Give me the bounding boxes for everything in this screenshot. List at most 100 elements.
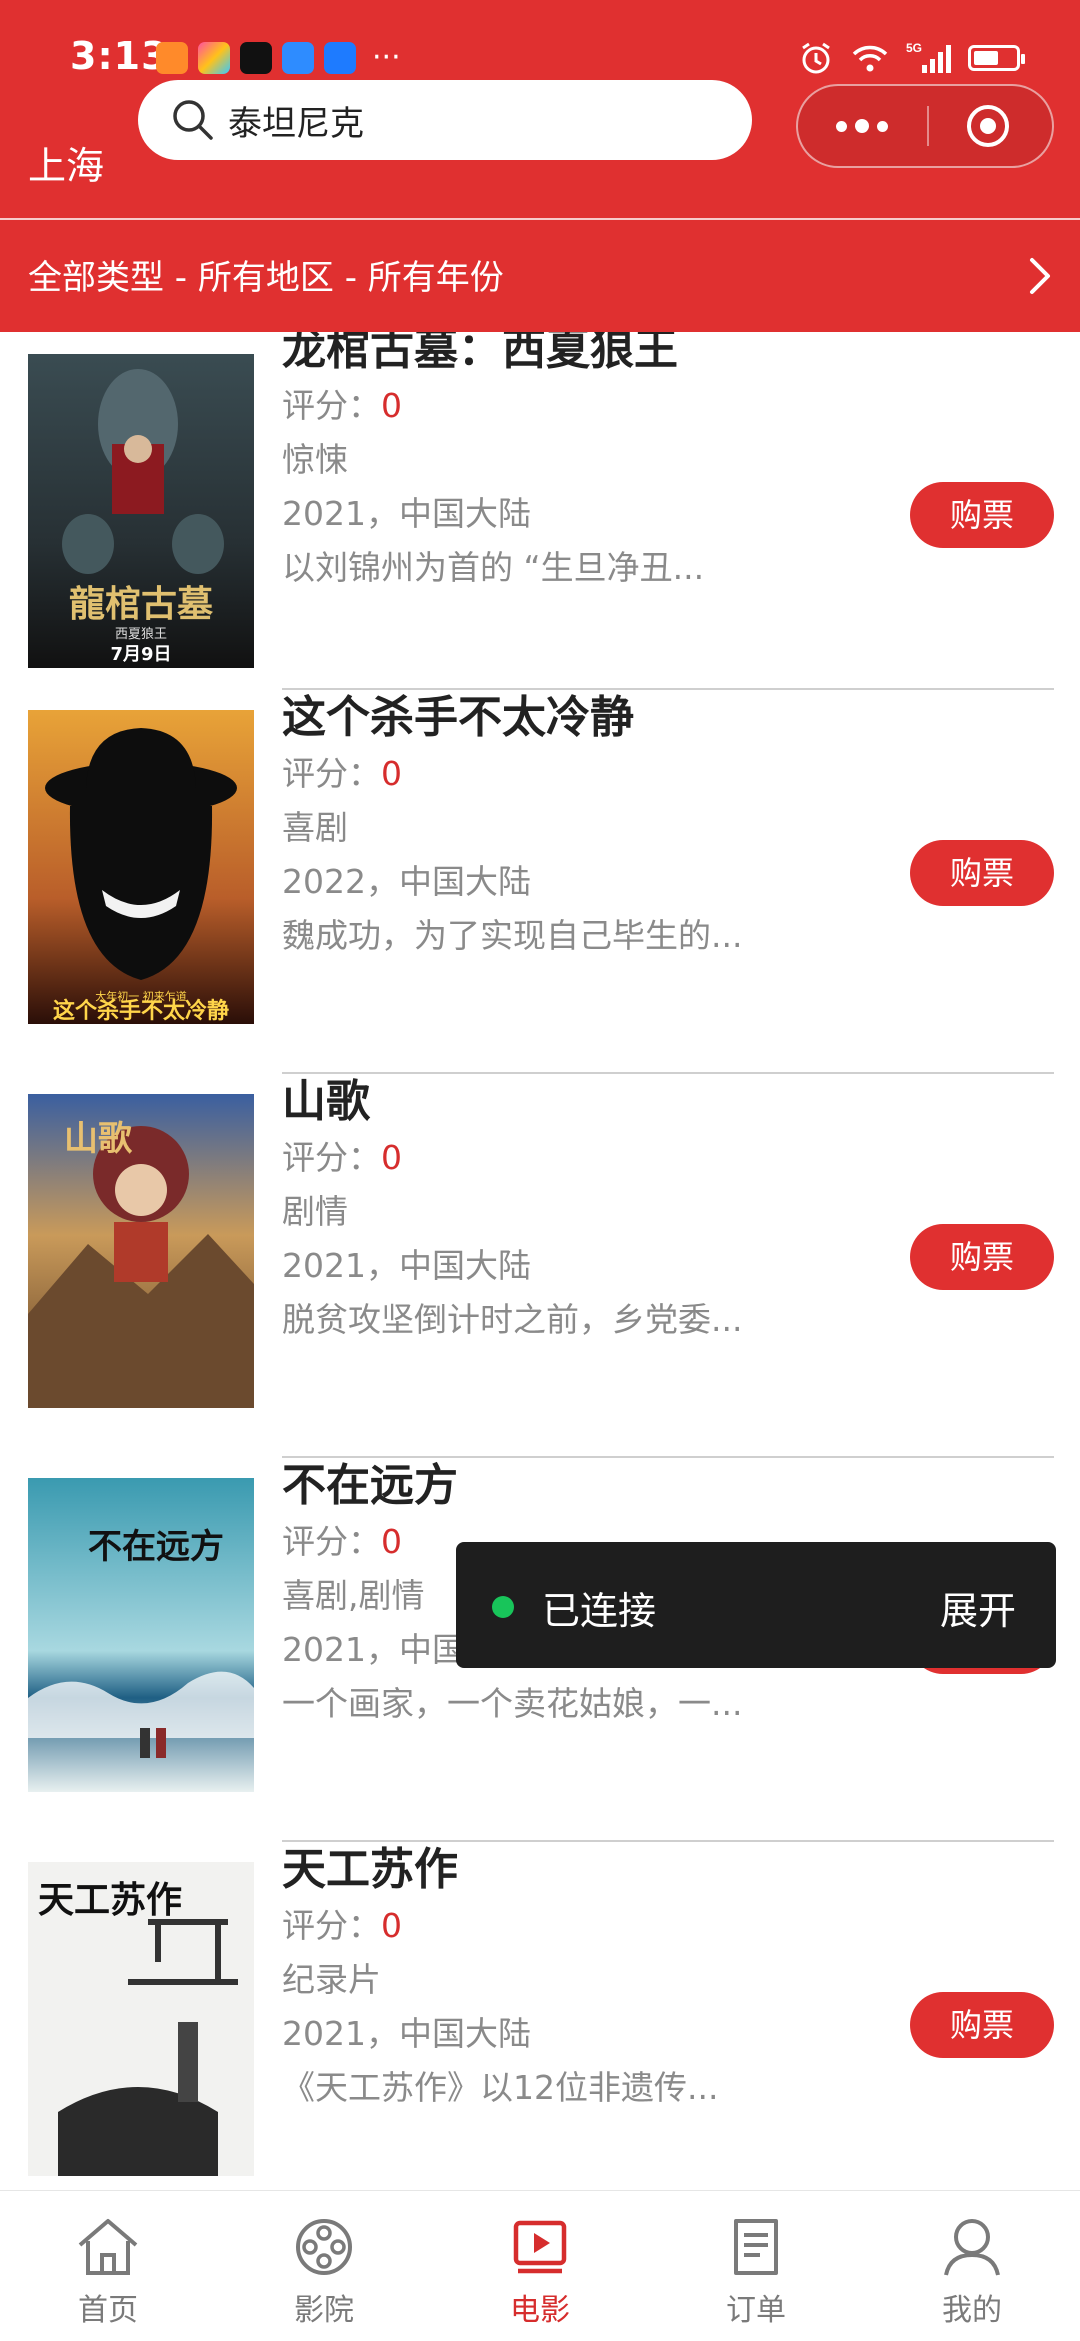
more-button[interactable] [812,86,912,166]
score-label: 评分： [282,386,381,425]
movie-score-line: 评分：0 [282,1904,402,1948]
user-icon [944,2219,1000,2276]
movie-year-region: 2021，中国大陆 [282,494,531,533]
movie-score: 0 [381,1522,402,1561]
order-icon [734,2219,778,2275]
capsule-divider [927,106,929,146]
movie-year-region: 2021，中国大陆 [282,1246,531,1285]
movie-summary: 一个画家，一个卖花姑娘，一... [282,1684,743,1723]
movie-poster[interactable]: 大年初一 初来乍道 这个杀手不太冷静 [28,710,254,1024]
app-icon [198,42,230,74]
movie-poster[interactable]: 龍棺古墓 西夏狼王 7月9日 [28,354,254,668]
status-time: 3:13 [70,34,169,78]
tab-movies[interactable]: 电影 [432,2191,648,2341]
tab-cinema[interactable]: 影院 [216,2191,432,2341]
tab-home[interactable]: 首页 [0,2191,216,2341]
movie-genre: 喜剧 [282,808,348,847]
buy-ticket-button[interactable]: 购票 [910,1992,1054,2058]
notification-icons: ··· [156,42,401,74]
film-reel-icon [296,2219,352,2275]
movie-score-line: 评分：0 [282,1520,402,1564]
close-target-icon[interactable] [964,102,1012,150]
svg-text:天工苏作: 天工苏作 [38,1879,182,1921]
bottom-tabbar: 首页 影院 电影 订单 我的 [0,2190,1080,2341]
movie-item[interactable]: 大年初一 初来乍道 这个杀手不太冷静 这个杀手不太冷静 评分：0 喜剧 2022… [0,690,1080,1074]
svg-text:7月9日: 7月9日 [110,644,171,665]
system-icons: 5G [798,40,1025,76]
buy-ticket-button[interactable]: 购票 [910,840,1054,906]
score-label: 评分： [282,1522,381,1561]
mini-program-capsule [796,84,1054,168]
movie-title[interactable]: 这个杀手不太冷静 [282,690,634,746]
svg-text:这个杀手不太冷静: 这个杀手不太冷静 [53,998,229,1024]
movie-year-region: 2021，中国大陆 [282,2014,531,2053]
svg-text:山歌: 山歌 [64,1119,133,1159]
tab-label: 影院 [294,2293,354,2328]
movie-genre: 纪录片 [282,1960,381,1999]
movie-title[interactable]: 山歌 [282,1074,370,1130]
more-dot-icon [877,120,888,132]
tiktok-icon [240,42,272,74]
filter-bar[interactable]: 全部类型 - 所有地区 - 所有年份 [0,218,1080,332]
tab-label: 首页 [78,2293,138,2328]
movie-item[interactable]: 山歌 山歌 评分：0 剧情 2021，中国大陆 脱贫攻坚倒计时之前，乡党委...… [0,1074,1080,1458]
movie-summary: 魏成功，为了实现自己毕生的... [282,916,743,955]
tab-profile[interactable]: 我的 [864,2191,1080,2341]
svg-text:西夏狼王: 西夏狼王 [115,627,167,642]
expand-button[interactable]: 展开 [940,1580,1016,1635]
movie-genre: 剧情 [282,1192,348,1231]
movie-summary: 《天工苏作》以12位非遗传... [282,2068,719,2107]
tab-label: 电影 [510,2293,570,2328]
movie-summary: 脱贫攻坚倒计时之前，乡党委... [282,1300,743,1339]
connection-status-text: 已连接 [542,1589,657,1633]
search-app-icon [324,42,356,74]
search-input[interactable]: 泰坦尼克 [228,96,364,145]
tab-label: 订单 [726,2293,786,2328]
movie-item[interactable]: 天工苏作 天工苏作 评分：0 纪录片 2021，中国大陆 《天工苏作》以12位非… [0,1842,1080,2190]
movie-poster[interactable]: 天工苏作 [28,1862,254,2176]
more-dot-icon [855,119,869,133]
city-selector[interactable]: 上海 [28,136,104,196]
movie-poster[interactable]: 不在远方 [28,1478,254,1792]
svg-text:不在远方: 不在远方 [88,1527,224,1567]
movie-score-line: 评分：0 [282,384,402,428]
svg-text:龍棺古墓: 龍棺古墓 [69,583,214,625]
search-bar[interactable]: 泰坦尼克 [138,80,752,160]
connected-status-dot [492,1596,514,1618]
movie-title[interactable]: 不在远方 [282,1458,458,1514]
movie-title[interactable]: 天工苏作 [282,1842,458,1898]
buy-ticket-button[interactable]: 购票 [910,1224,1054,1290]
search-icon [173,100,213,140]
video-app-icon [156,42,188,74]
movie-score: 0 [381,1138,402,1177]
movie-score: 0 [381,754,402,793]
movie-score: 0 [381,386,402,425]
tab-label: 我的 [942,2293,1002,2328]
weather-icon [282,42,314,74]
score-label: 评分： [282,754,381,793]
movie-title[interactable]: 龙棺古墓：西夏狼王 [282,332,678,378]
movie-genre: 喜剧,剧情 [282,1576,425,1615]
chevron-right-icon [1030,258,1050,294]
movie-list[interactable]: 龍棺古墓 西夏狼王 7月9日 龙棺古墓：西夏狼王 评分：0 惊悚 2021，中国… [0,332,1080,2190]
more-dot-icon [836,120,847,132]
home-icon [78,2219,138,2275]
movie-score-line: 评分：0 [282,752,402,796]
score-label: 评分： [282,1138,381,1177]
more-notifications: ··· [372,40,401,75]
connection-toast: 已连接 展开 [456,1542,1056,1668]
buy-ticket-button[interactable]: 购票 [910,482,1054,548]
play-icon [513,2220,567,2274]
movie-item[interactable]: 龍棺古墓 西夏狼王 7月9日 龙棺古墓：西夏狼王 评分：0 惊悚 2021，中国… [0,332,1080,690]
score-label: 评分： [282,1906,381,1945]
svg-text:5G: 5G [906,41,922,55]
movie-summary: 以刘锦州为首的 “生旦净丑... [282,548,705,587]
movie-score: 0 [381,1906,402,1945]
battery-icon [968,45,1025,71]
movie-year-region: 2022，中国大陆 [282,862,531,901]
movie-score-line: 评分：0 [282,1136,402,1180]
movie-poster[interactable]: 山歌 [28,1094,254,1408]
movie-genre: 惊悚 [282,440,348,479]
tab-orders[interactable]: 订单 [648,2191,864,2341]
wifi-icon [852,45,888,72]
